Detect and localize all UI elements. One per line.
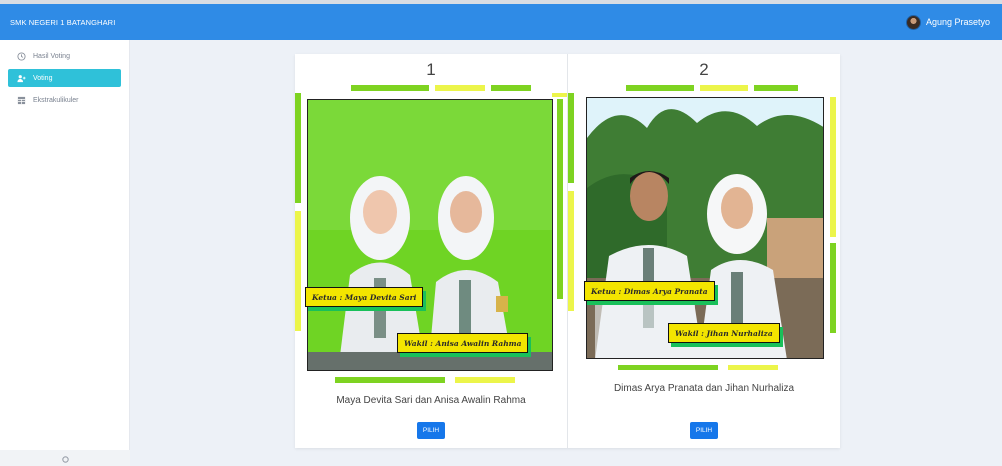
clock-icon xyxy=(17,51,26,61)
sidebar-item-voting[interactable]: Voting xyxy=(8,69,121,87)
sidebar-item-label: Hasil Voting xyxy=(33,52,70,60)
candidate-number: 2 xyxy=(699,60,709,79)
sidebar-item-ekstrakulikuler[interactable]: Ekstrakulikuler xyxy=(8,91,121,109)
candidate-name: Dimas Arya Pranata dan Jihan Nurhaliza xyxy=(613,383,795,394)
brand-title[interactable]: SMK NEGERI 1 BATANGHARI xyxy=(10,18,115,27)
sidebar: Hasil Voting Voting Ekstrakulikuler xyxy=(0,40,130,466)
sidebar-item-label: Ekstrakulikuler xyxy=(33,96,79,104)
candidate-card-1: 1 Ketua: Maya Devita Sari Wakil: Anisa… xyxy=(295,54,567,448)
wakil-caption: Wakil : Jihan Nurhaliza xyxy=(668,323,780,343)
ketua-caption: Ketua : Dimas Arya Pranata xyxy=(584,281,715,301)
candidate-photo xyxy=(307,99,553,371)
wakil-caption: Wakil : Anisa Awalin Rahma xyxy=(397,333,529,353)
candidate-poster: Ketua : Maya Devita Sari Wakil : Anisa A… xyxy=(295,83,567,385)
candidate-poster: Ketua : Dimas Arya Pranata Wakil : Jihan… xyxy=(568,83,840,373)
candidate-card-2: 2 Ketua: Dimas Arya Pranata Wakil: Jih… xyxy=(567,54,840,448)
sidebar-item-hasil-voting[interactable]: Hasil Voting xyxy=(8,47,121,65)
sidebar-item-label: Voting xyxy=(33,74,53,82)
gear-icon[interactable] xyxy=(61,455,70,464)
user-avatar[interactable] xyxy=(905,14,921,30)
pilih-button-2[interactable]: PILIH xyxy=(690,422,718,439)
user-name[interactable]: Agung Prasetyo xyxy=(926,17,990,27)
candidate-photo xyxy=(586,97,824,359)
user-plus-icon xyxy=(17,74,26,82)
pilih-button-1[interactable]: PILIH xyxy=(417,422,445,439)
top-navbar: SMK NEGERI 1 BATANGHARI Agung Prasetyo xyxy=(0,0,1002,40)
user-menu[interactable]: Agung Prasetyo xyxy=(905,14,990,30)
candidate-number: 1 xyxy=(426,60,436,79)
ketua-caption: Ketua : Maya Devita Sari xyxy=(305,287,424,307)
table-icon xyxy=(17,96,26,104)
sidebar-footer xyxy=(0,450,130,466)
candidate-name: Maya Devita Sari dan Anisa Awalin Rahma xyxy=(336,395,526,406)
candidate-list: 1 Ketua: Maya Devita Sari Wakil: Anisa… xyxy=(295,54,840,448)
